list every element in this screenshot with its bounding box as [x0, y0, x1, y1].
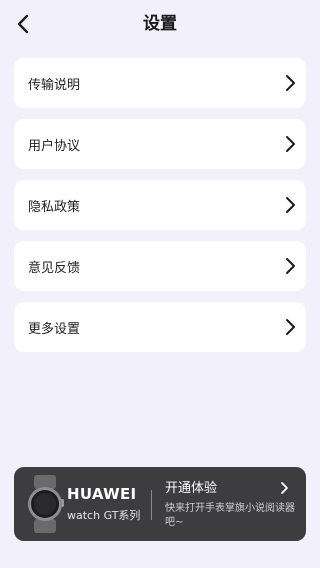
menu-item-label: 传输说明 [28, 77, 81, 93]
divider [151, 490, 152, 520]
chevron-right-icon [282, 256, 298, 276]
cta-description: 快来打开手表掌旗小说阅读器吧~ [165, 503, 295, 528]
header: 设置 [0, 0, 320, 48]
settings-menu: 传输说明 用户协议 隐私政策 意见反馈 更多设置 [14, 58, 306, 363]
cta-title: 开通体验 [165, 481, 218, 496]
menu-item-label: 用户协议 [28, 138, 81, 154]
chevron-right-icon [282, 195, 298, 215]
smartwatch-icon [28, 475, 64, 533]
menu-item-privacy-policy[interactable]: 隐私政策 [14, 180, 306, 230]
chevron-right-icon [282, 317, 298, 337]
menu-item-feedback[interactable]: 意见反馈 [14, 241, 306, 291]
chevron-right-icon [282, 134, 298, 154]
menu-item-label: 更多设置 [28, 321, 81, 337]
huawei-watch-banner[interactable]: HUAWEI watch GT系列 开通体验 快来打开手表掌旗小说阅读器吧~ [14, 467, 306, 541]
watch-series: watch GT系列 [67, 509, 141, 522]
menu-item-label: 意见反馈 [28, 260, 81, 276]
chevron-right-icon [281, 482, 288, 494]
settings-screen: 设置 传输说明 用户协议 隐私政策 意见反馈 更多设置 HUAWEI watch… [0, 0, 320, 568]
menu-item-user-agreement[interactable]: 用户协议 [14, 119, 306, 169]
menu-item-more-settings[interactable]: 更多设置 [14, 302, 306, 352]
brand-name: HUAWEI [67, 485, 137, 503]
menu-item-transfer-guide[interactable]: 传输说明 [14, 58, 306, 108]
menu-item-label: 隐私政策 [28, 199, 81, 215]
page-title: 设置 [143, 14, 177, 34]
chevron-right-icon [282, 73, 298, 93]
